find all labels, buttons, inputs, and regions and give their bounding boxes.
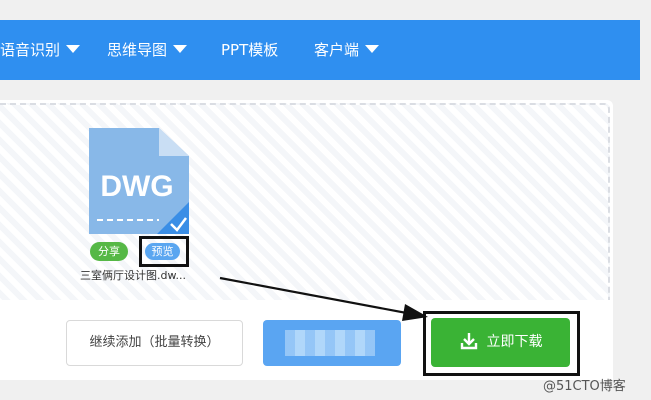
chevron-down-icon (66, 45, 81, 53)
download-now-button[interactable]: 立即下载 (431, 318, 570, 367)
chevron-down-icon (365, 45, 380, 53)
download-icon (460, 332, 477, 349)
nav-item-label: PPT模板 (221, 41, 279, 59)
chevron-down-icon (173, 45, 188, 53)
nav-item-label: 客户端 (314, 41, 360, 59)
file-name: 三室俩厅设计图.dw... (80, 269, 186, 282)
blurred-label (285, 330, 375, 356)
continue-add-button[interactable]: 继续添加（批量转换） (66, 320, 243, 366)
nav-item-label: 语音识别 (0, 41, 61, 59)
download-label: 立即下载 (486, 334, 543, 350)
nav-item-ppt-templates[interactable]: PPT模板 (221, 20, 278, 80)
watermark: @51CTO博客 (543, 379, 626, 394)
nav-item-speech-recognition[interactable]: 语音识别 (0, 20, 81, 80)
share-button[interactable]: 分享 (90, 242, 128, 261)
top-nav-bar: 语音识别 思维导图 PPT模板 客户端 (0, 20, 640, 80)
highlight-box-preview (139, 236, 189, 267)
dwg-file-icon[interactable]: DWG (89, 128, 189, 234)
file-type-label: DWG (100, 170, 173, 203)
nav-item-mind-map[interactable]: 思维导图 (107, 20, 188, 80)
nav-item-client[interactable]: 客户端 (314, 20, 380, 80)
nav-item-label: 思维导图 (107, 41, 168, 59)
